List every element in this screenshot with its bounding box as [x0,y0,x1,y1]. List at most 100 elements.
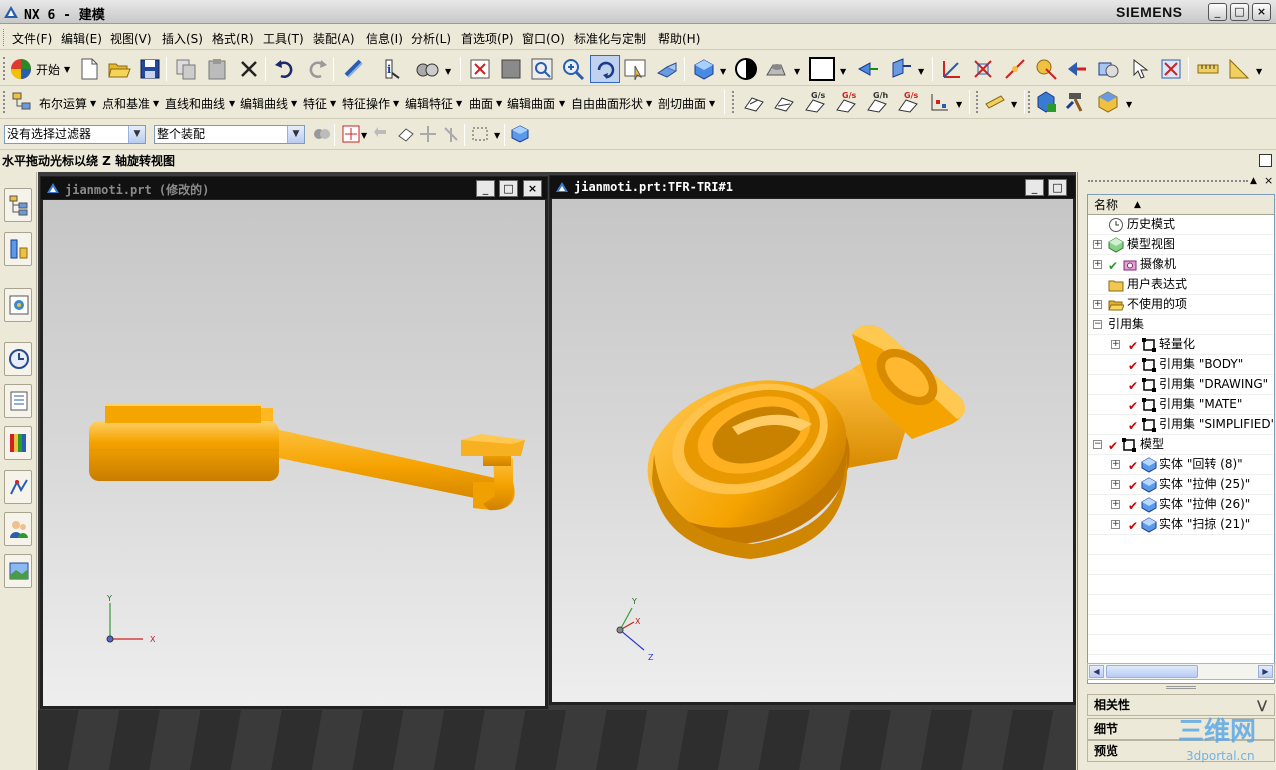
tree-node-body-revolve[interactable]: + ✔ 实体 "回转 (8)" [1088,455,1274,475]
eraser-icon[interactable] [396,124,416,144]
quick-pick-icon[interactable] [1128,57,1152,81]
repeat-command-icon[interactable] [342,57,366,81]
measure-angle-icon[interactable] [1227,57,1251,81]
select-face-icon[interactable] [1034,57,1058,81]
scroll-left-icon[interactable]: ◀ [1089,665,1104,678]
expand-icon[interactable]: + [1111,480,1120,489]
visible-check-icon[interactable]: ✔ [1128,337,1140,353]
start-dropdown-arrow[interactable]: ▼ [64,65,70,74]
perspective-icon[interactable] [655,57,679,81]
menu-view[interactable]: 视图(V) [110,30,152,47]
menu-help[interactable]: 帮助(H) [658,30,700,47]
viewport-maximize-button[interactable]: □ [1048,179,1067,196]
viewport-minimize-button[interactable]: _ [1025,179,1044,196]
splitter-handle[interactable] [1166,686,1196,689]
menu-information[interactable]: 信息(I) [366,30,403,47]
hide-icon[interactable] [441,124,461,144]
point-datum-menu[interactable]: 点和基准 [102,95,150,112]
toolbar-grip[interactable] [3,57,7,80]
type-filter-dropdown[interactable]: 没有选择过滤器 ▼ [4,125,146,144]
edit-surface-menu[interactable]: 编辑曲面 [507,95,555,112]
csys-icon[interactable] [856,57,880,81]
selection-scope-dropdown[interactable]: 整个装配 ▼ [154,125,305,144]
reuse-library-tab[interactable] [4,384,32,418]
surface-analysis-icon[interactable] [742,90,766,114]
visible-check-icon[interactable]: ✔ [1128,417,1140,433]
toolbar-grip[interactable] [732,91,736,113]
background-icon[interactable] [764,57,788,81]
navigator-grip[interactable] [1088,180,1248,182]
component-icon[interactable] [1096,90,1120,114]
surface-menu[interactable]: 曲面 [469,95,493,112]
constraint-navigator-tab[interactable] [4,232,32,266]
render-style-icon[interactable] [734,57,758,81]
visible-check-icon[interactable]: ✔ [1108,257,1120,273]
expand-icon[interactable]: + [1111,340,1120,349]
maximize-button[interactable]: □ [1230,3,1249,21]
solid-body-icon[interactable] [510,124,530,144]
fit-icon[interactable] [468,57,492,81]
color-swatch-icon[interactable] [808,56,836,82]
menu-insert[interactable]: 插入(S) [162,30,203,47]
hammer-icon[interactable] [1065,90,1089,114]
assembly-navigator-tab[interactable] [4,188,32,222]
zoom-area-icon[interactable] [530,57,554,81]
redo-icon[interactable] [305,57,329,81]
start-icon[interactable] [9,57,33,81]
visible-check-icon[interactable]: ✔ [1128,517,1140,533]
menu-format[interactable]: 格式(R) [212,30,254,47]
freeform-shape-menu[interactable]: 自由曲面形状 [571,95,643,112]
select-body-icon[interactable] [971,57,995,81]
visible-check-icon[interactable]: ✔ [1128,477,1140,493]
minimize-button[interactable]: _ [1208,3,1227,21]
scroll-right-icon[interactable]: ▶ [1258,665,1273,678]
menu-tools[interactable]: 工具(T) [263,30,304,47]
zoom-window-icon[interactable] [499,57,523,81]
menu-analysis[interactable]: 分析(L) [411,30,451,47]
tree-node-user-expressions[interactable]: 用户表达式 [1088,275,1274,295]
delete-icon[interactable] [237,57,261,81]
save-icon[interactable] [138,57,162,81]
select-component-icon[interactable] [1096,57,1120,81]
feature-menu[interactable]: 特征 [303,95,327,112]
g2-continuity-icon[interactable]: G/h [865,90,889,114]
filter-reset-icon[interactable] [312,124,332,144]
assembly-navigator-icon[interactable] [10,90,34,114]
viewport-left[interactable]: jianmoti.prt (修改的) _ □ × Y X [40,176,548,709]
tree-node-unused-items[interactable]: + 不使用的项 [1088,295,1274,315]
g0-continuity-icon[interactable]: G/s [803,90,827,114]
tree-node-reference-sets[interactable]: − 引用集 [1088,315,1274,335]
scrollbar-thumb[interactable] [1106,665,1198,678]
visible-check-icon[interactable]: ✔ [1128,457,1140,473]
close-button[interactable]: × [1252,3,1271,21]
system-materials-tab[interactable] [4,554,32,588]
copy-icon[interactable] [174,57,198,81]
visible-check-icon[interactable]: ✔ [1128,497,1140,513]
undo-icon[interactable] [273,57,297,81]
web-browser-tab[interactable] [4,470,32,504]
viewport-close-button[interactable]: × [523,180,542,197]
menu-assembly[interactable]: 装配(A) [313,30,355,47]
section-surface-menu[interactable]: 剖切曲面 [658,95,706,112]
zoom-icon[interactable] [561,57,585,81]
tree-node-cameras[interactable]: + ✔ 摄像机 [1088,255,1274,275]
measure-icon[interactable] [415,57,439,81]
tree-node-refset-mate[interactable]: ✔ 引用集 "MATE" [1088,395,1274,415]
roles-tab[interactable] [4,512,32,546]
navigator-close-icon[interactable]: × [1264,174,1273,187]
feature-operation-menu[interactable]: 特征操作 [342,95,390,112]
start-button-label[interactable]: 开始 [36,61,60,78]
deviation-check-icon[interactable]: G/s [896,90,920,114]
tree-node-model-views[interactable]: + 模型视图 [1088,235,1274,255]
g1-continuity-icon[interactable]: G/s [834,90,858,114]
toolbar-grip[interactable] [1028,91,1032,113]
select-edge-icon[interactable] [1003,57,1027,81]
assembly-constraint-icon[interactable] [1034,90,1058,114]
expand-icon[interactable]: + [1093,260,1102,269]
status-options-icon[interactable] [1259,154,1272,167]
select-feature-icon[interactable] [940,57,964,81]
navigator-collapse-icon[interactable]: ▲ [1250,176,1257,186]
toolbar-grip[interactable] [3,91,7,113]
measure-distance-icon[interactable] [1196,57,1220,81]
edit-curve-menu[interactable]: 编辑曲线 [240,95,288,112]
